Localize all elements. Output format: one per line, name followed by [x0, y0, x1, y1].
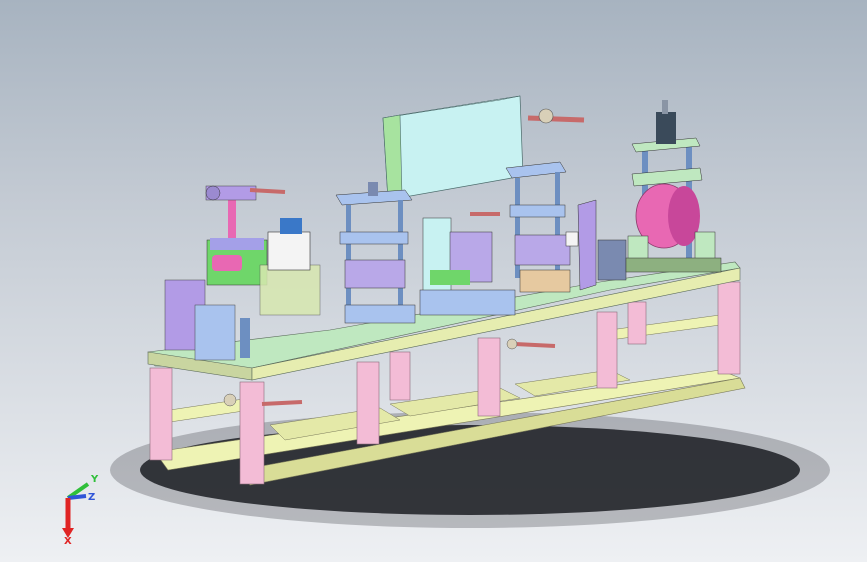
post-mid-4	[596, 311, 618, 389]
press1-base	[344, 304, 416, 324]
left-roller-pink	[212, 255, 242, 271]
winder-cylinder	[656, 112, 676, 144]
coordinate-triad: Y Z X	[50, 470, 110, 547]
post-back-right	[717, 281, 741, 375]
rod-top-right	[527, 115, 585, 123]
mid-rail-right	[609, 314, 721, 341]
left-tool-block	[194, 304, 236, 361]
post-mid-2	[389, 351, 411, 401]
press3-base	[419, 289, 516, 316]
press-station-1	[335, 182, 416, 324]
press2-base-tan	[519, 269, 571, 293]
control-box-front	[382, 95, 524, 201]
z-axis-line	[67, 494, 87, 500]
x-axis-label: X	[64, 536, 72, 545]
post-front-2	[239, 381, 265, 485]
rod-lower-left-hub	[223, 393, 237, 407]
z-axis-label: Z	[88, 492, 95, 503]
cad-graphics-viewport[interactable]: Y Z X	[0, 0, 867, 562]
press1-col-b	[398, 200, 403, 310]
left-die-top	[280, 218, 302, 234]
left-die-block	[267, 231, 311, 271]
post-front-left	[149, 367, 173, 461]
left-arm-hub	[205, 185, 221, 201]
left-frame-2	[259, 264, 321, 316]
y-axis-label: Y	[90, 474, 99, 485]
control-box-side	[382, 114, 403, 201]
rod-hub	[538, 108, 554, 124]
press2-mid-plate	[509, 204, 566, 218]
right-bracket-block	[597, 239, 627, 281]
winder-base	[625, 257, 722, 273]
press-station-3	[419, 212, 516, 316]
press1-mid-plate	[339, 231, 409, 245]
press3-green	[430, 270, 470, 285]
left-arm-rod	[249, 188, 286, 194]
post-mid-3	[477, 337, 501, 417]
right-bracket-knob	[565, 231, 579, 247]
winder-cylinder-rod	[662, 100, 668, 114]
coordinate-triad-icon: Y Z X	[62, 474, 99, 547]
right-bracket	[565, 199, 627, 291]
winder-base-block-right	[694, 231, 716, 261]
left-bolt-1	[240, 318, 250, 358]
right-winder-station	[625, 100, 722, 273]
press-station-2	[505, 161, 571, 293]
press1-die	[344, 259, 406, 289]
machine-assembly-model[interactable]	[0, 0, 867, 562]
right-bracket-plate	[577, 199, 597, 291]
press3-frame	[422, 217, 452, 299]
control-box	[382, 95, 585, 201]
rod-lower-mid-hub	[506, 338, 518, 350]
post-mid-1	[356, 361, 380, 445]
post-back-1	[627, 301, 647, 345]
press2-die	[514, 234, 571, 266]
rod-lower-left	[261, 400, 303, 406]
mid-rail	[169, 397, 251, 423]
left-roller-top	[210, 238, 264, 250]
press1-cylinder	[368, 182, 378, 196]
rod-lower-mid	[514, 342, 556, 348]
